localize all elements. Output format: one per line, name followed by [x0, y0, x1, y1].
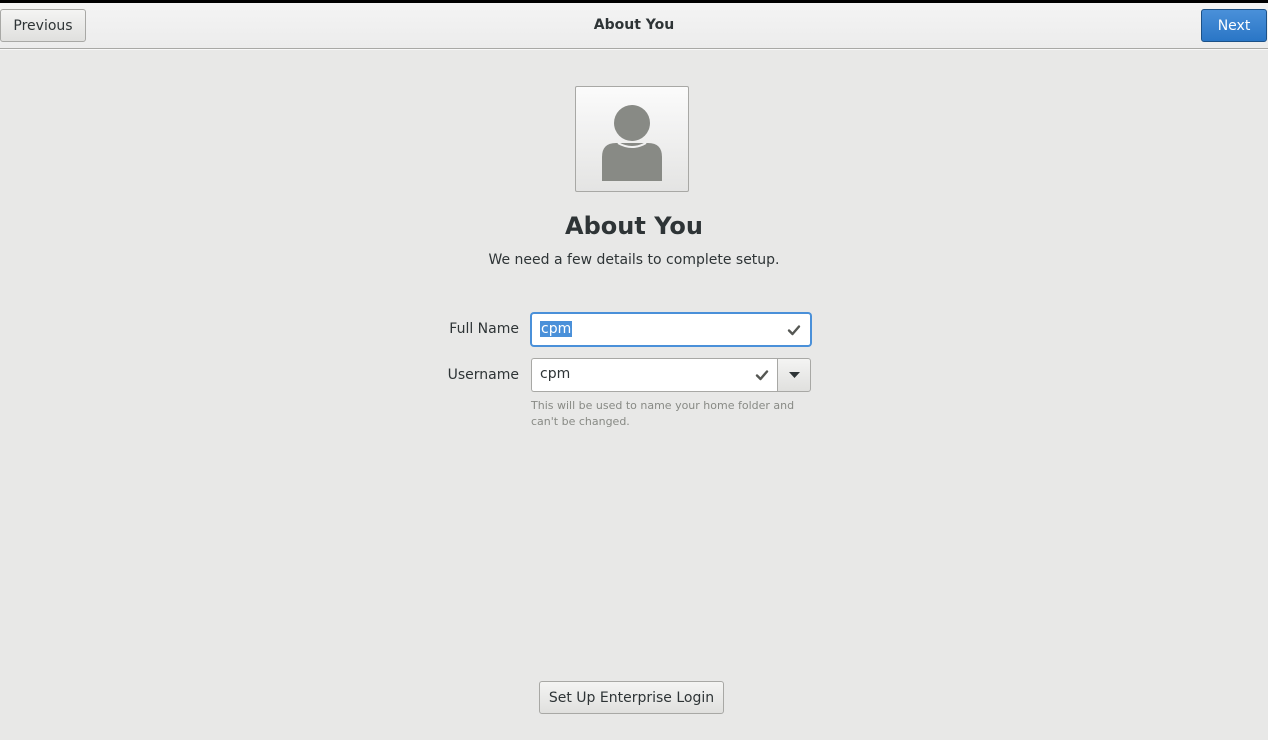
avatar-button[interactable]	[575, 86, 689, 192]
username-value: cpm	[540, 366, 571, 382]
check-icon	[787, 325, 801, 336]
user-avatar-icon	[602, 105, 662, 181]
full-name-value: cpm	[540, 314, 573, 345]
username-hint: This will be used to name your home fold…	[531, 399, 795, 428]
username-label: Username	[447, 367, 519, 383]
caret-down-icon	[789, 372, 800, 378]
next-button[interactable]: Next	[1201, 9, 1267, 42]
username-dropdown-button[interactable]	[777, 358, 811, 392]
previous-button[interactable]: Previous	[0, 9, 86, 42]
username-input[interactable]: cpm	[531, 358, 778, 392]
full-name-label: Full Name	[449, 321, 519, 337]
check-icon	[755, 370, 769, 381]
page-title: About You	[565, 212, 703, 240]
full-name-selection: cpm	[540, 321, 573, 337]
page-subtitle: We need a few details to complete setup.	[488, 252, 780, 268]
header-bar: About You Previous Next	[0, 3, 1268, 49]
header-title: About You	[593, 17, 675, 33]
enterprise-login-button[interactable]: Set Up Enterprise Login	[539, 681, 724, 714]
full-name-input[interactable]: cpm	[531, 313, 811, 346]
